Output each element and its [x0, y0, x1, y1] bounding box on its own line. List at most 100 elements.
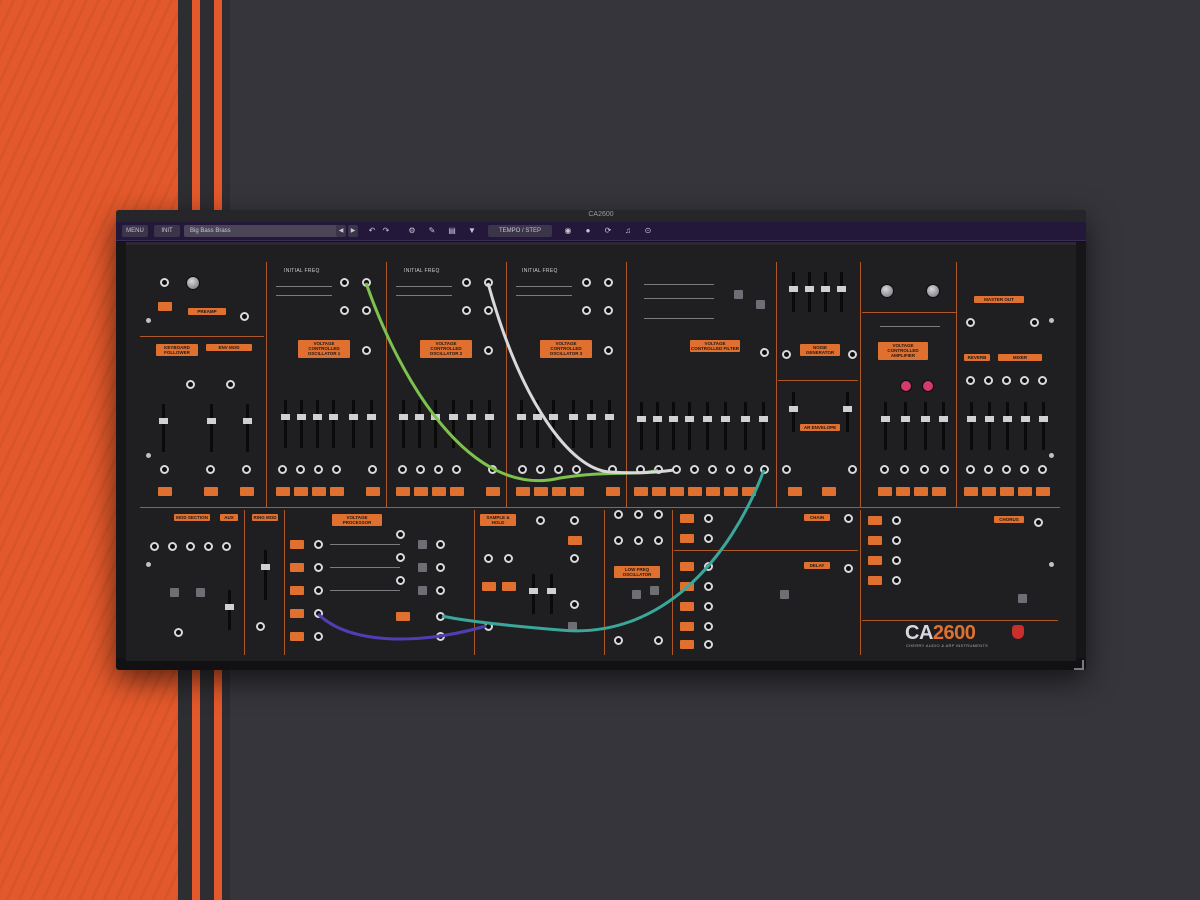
delay-out-jack[interactable] [844, 564, 853, 573]
vp-out-jack[interactable] [396, 553, 405, 562]
env-mod-slider[interactable] [207, 404, 216, 452]
vco1-fm-slider[interactable] [281, 400, 290, 448]
vca-slider[interactable] [939, 402, 948, 450]
settings-icon[interactable]: ⚙ [406, 225, 418, 237]
vco1-wave-button[interactable] [312, 487, 326, 496]
record-icon[interactable]: ◉ [562, 225, 574, 237]
vco2-wave-button[interactable] [432, 487, 446, 496]
vco1-wave-button[interactable] [276, 487, 290, 496]
vco1-output-jack[interactable] [368, 465, 377, 474]
vco1-pw-slider[interactable] [329, 400, 338, 448]
switch-button[interactable] [240, 487, 254, 496]
vco1-jack[interactable] [340, 306, 349, 315]
chorus-button[interactable] [868, 576, 882, 585]
mixer-switch[interactable] [1018, 487, 1032, 496]
vco3-pw-slider[interactable] [587, 400, 596, 448]
sh-jack[interactable] [484, 554, 493, 563]
adsr-knob[interactable] [926, 284, 940, 298]
vca-slider[interactable] [901, 402, 910, 450]
vcf-slider[interactable] [721, 402, 730, 450]
vca-switch[interactable] [932, 487, 946, 496]
vco2-fm-slider[interactable] [399, 400, 408, 448]
lfo-jack[interactable] [634, 510, 643, 519]
vco3-wave-button[interactable] [570, 487, 584, 496]
delay-button[interactable] [680, 582, 694, 591]
ar-slider[interactable] [843, 392, 852, 432]
resize-grip-icon[interactable] [1074, 660, 1084, 670]
vp-out-jack[interactable] [436, 632, 445, 641]
vp-button[interactable] [290, 632, 304, 641]
vcf-output-jack[interactable] [760, 348, 769, 357]
vco3-output-jack[interactable] [554, 465, 563, 474]
vp-button[interactable] [290, 563, 304, 572]
preamp-switch[interactable] [158, 302, 172, 311]
vco2-wave-button[interactable] [414, 487, 428, 496]
vcf-slider[interactable] [741, 402, 750, 450]
undo-icon[interactable]: ↶ [366, 225, 378, 237]
mixer-slider[interactable] [1021, 402, 1030, 450]
chorus-jack[interactable] [892, 556, 901, 565]
sh-slider[interactable] [529, 574, 538, 614]
ring-mod-jack[interactable] [256, 622, 265, 631]
vco3-pw-slider[interactable] [605, 400, 614, 448]
vca-slider[interactable] [881, 402, 890, 450]
noise-slider[interactable] [821, 272, 830, 312]
vca-switch[interactable] [878, 487, 892, 496]
vco1-pw-slider[interactable] [349, 400, 358, 448]
vco2-pw-slider[interactable] [485, 400, 494, 448]
vp-button[interactable] [290, 586, 304, 595]
vca-switch[interactable] [914, 487, 928, 496]
vcf-slider[interactable] [759, 402, 768, 450]
vp-gray-button[interactable] [418, 586, 427, 595]
mixer-output-jack[interactable] [966, 465, 975, 474]
browser-icon[interactable]: ▤ [446, 225, 458, 237]
ar-switch[interactable] [822, 487, 836, 496]
mixer-output-jack[interactable] [984, 465, 993, 474]
ar-slider[interactable] [789, 392, 798, 432]
mod-output-jack[interactable] [174, 628, 183, 637]
vp-jack[interactable] [314, 563, 323, 572]
switch-button[interactable] [204, 487, 218, 496]
output-jack[interactable] [242, 465, 251, 474]
chorus-jack[interactable] [892, 516, 901, 525]
aux-slider[interactable] [225, 590, 234, 630]
bank-button[interactable]: INIT [154, 225, 180, 237]
help-icon[interactable]: ⊙ [642, 225, 654, 237]
vco2-output-jack[interactable] [434, 465, 443, 474]
vco2-wave-button[interactable] [486, 487, 500, 496]
vco2-pw-slider[interactable] [467, 400, 476, 448]
output-jack[interactable] [160, 465, 169, 474]
vco1-fm-slider[interactable] [297, 400, 306, 448]
vca-jack[interactable] [880, 465, 889, 474]
vco1-output-jack[interactable] [296, 465, 305, 474]
vco2-jack[interactable] [484, 278, 493, 287]
vp-out-jack[interactable] [436, 563, 445, 572]
fx-jack[interactable] [704, 514, 713, 523]
delay-button[interactable] [680, 562, 694, 571]
vco2-jack[interactable] [462, 306, 471, 315]
tempo-button[interactable]: TEMPO / STEP [488, 225, 552, 237]
clock-switch[interactable] [1018, 594, 1027, 603]
vcf-switch[interactable] [634, 487, 648, 496]
output-jack[interactable] [206, 465, 215, 474]
vco3-jack[interactable] [604, 278, 613, 287]
mod-jack[interactable] [150, 542, 159, 551]
vco3-output-jack[interactable] [608, 465, 617, 474]
mod-jack[interactable] [168, 542, 177, 551]
delay-jack[interactable] [704, 602, 713, 611]
vco3-wave-button[interactable] [606, 487, 620, 496]
sh-button[interactable] [568, 536, 582, 545]
chorus-jack[interactable] [892, 576, 901, 585]
vp-gray-button[interactable] [418, 540, 427, 549]
mixer-output-jack[interactable] [1002, 465, 1011, 474]
sh-gray-button[interactable] [568, 622, 577, 631]
vcf-switch[interactable] [652, 487, 666, 496]
fx-button[interactable] [680, 514, 694, 523]
mixer-slider[interactable] [1003, 402, 1012, 450]
vco1-jack[interactable] [362, 306, 371, 315]
vco3-jack[interactable] [582, 278, 591, 287]
vcf-slider[interactable] [685, 402, 694, 450]
delay-jack[interactable] [704, 622, 713, 631]
vcf-input-jack[interactable] [726, 465, 735, 474]
vp-button[interactable] [396, 612, 410, 621]
